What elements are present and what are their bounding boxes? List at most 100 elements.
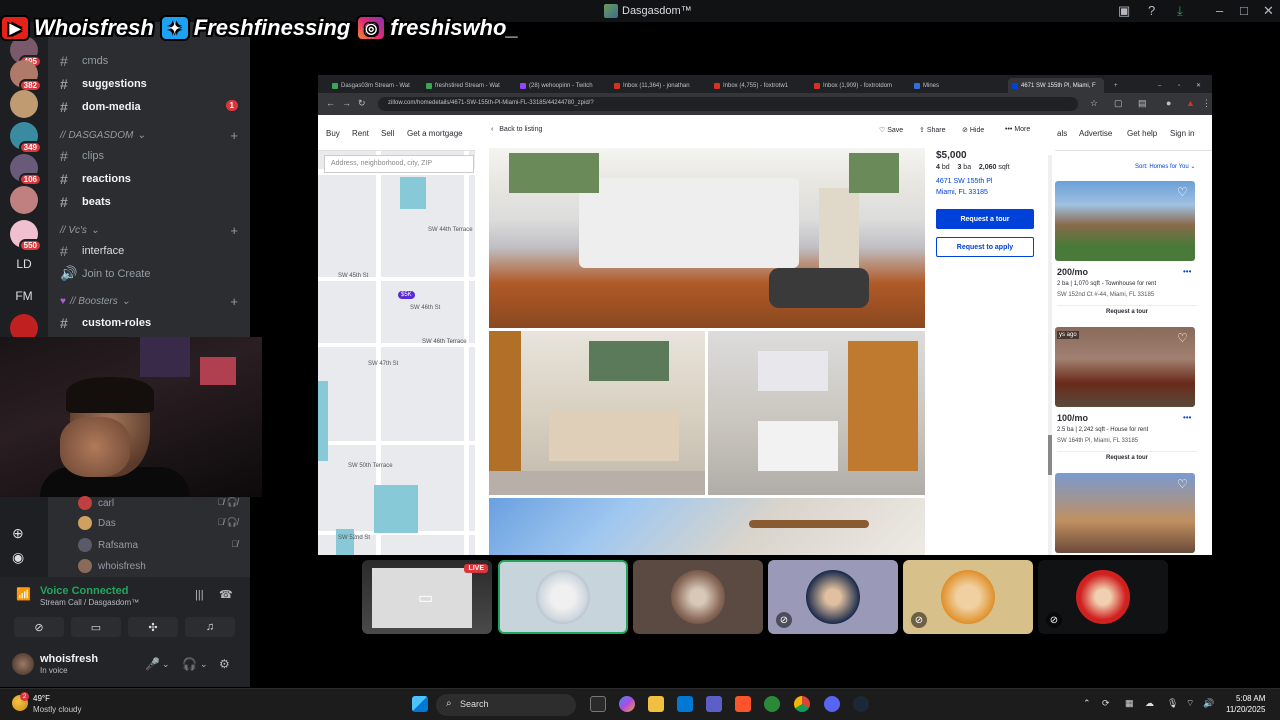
- voice-member[interactable]: Das: [78, 516, 116, 530]
- chevron-up-icon[interactable]: ⌃: [1083, 698, 1091, 709]
- nav-rentals[interactable]: als: [1057, 129, 1067, 138]
- minimize-button[interactable]: –: [1216, 3, 1223, 18]
- server-icon[interactable]: [10, 90, 38, 118]
- participant-tile[interactable]: ⊘: [768, 560, 898, 634]
- search-input[interactable]: Address, neighborhood, city, ZIP: [324, 155, 474, 173]
- category-vcs[interactable]: // Vc's ⌄: [60, 225, 99, 236]
- stream-tile[interactable]: ▭ LIVE: [362, 560, 492, 634]
- app-icon[interactable]: [764, 696, 780, 712]
- close-button[interactable]: ✕: [1263, 3, 1274, 19]
- weather-condition[interactable]: Mostly cloudy: [33, 705, 81, 714]
- chrome-icon[interactable]: [794, 696, 810, 712]
- file-explorer-icon[interactable]: [648, 696, 664, 712]
- server-icon[interactable]: 382: [10, 60, 42, 92]
- more-icon[interactable]: •••: [1183, 413, 1191, 422]
- channel-custom-roles[interactable]: # custom-roles: [60, 315, 151, 331]
- onedrive-icon[interactable]: ☁: [1145, 698, 1154, 709]
- scrollbar-thumb[interactable]: [1048, 435, 1052, 475]
- steam-icon[interactable]: [853, 696, 869, 712]
- listing-address[interactable]: SW 152nd Ct #-44, Miami, FL 33185: [1057, 292, 1154, 298]
- browser-tab[interactable]: Inbox (11,364) - jonathan: [610, 78, 702, 93]
- browser-tab[interactable]: Inbox (1,909) - foxtrotdom: [810, 78, 902, 93]
- channel-suggestions[interactable]: # suggestions: [60, 76, 147, 92]
- bathroom-photo[interactable]: [489, 331, 705, 495]
- channel-reactions[interactable]: # reactions: [60, 171, 131, 187]
- weather-temp[interactable]: 49°F: [33, 694, 50, 703]
- menu-icon[interactable]: ⋮: [1202, 98, 1211, 109]
- store-icon[interactable]: [677, 696, 693, 712]
- chevron-down-icon[interactable]: ⌄: [162, 659, 170, 670]
- taskbar-search[interactable]: Search: [436, 694, 576, 716]
- browser-tab[interactable]: freshstired Stream - Wat: [422, 78, 510, 93]
- tray-icon[interactable]: ▦: [1125, 698, 1134, 709]
- channel-beats[interactable]: # beats: [60, 194, 111, 210]
- browser-tab[interactable]: Dasgas03m Stream - Wat: [328, 78, 416, 93]
- voice-status[interactable]: Voice Connected: [40, 585, 128, 597]
- help-icon[interactable]: ?: [1148, 3, 1155, 18]
- save-button[interactable]: ♡ Save: [879, 126, 903, 134]
- participant-tile[interactable]: [633, 560, 763, 634]
- volume-icon[interactable]: 🔊: [1203, 698, 1214, 709]
- browser-tab[interactable]: (28) wehoopinn - Twitch: [516, 78, 604, 93]
- nav-signin[interactable]: Sign in: [1170, 129, 1194, 138]
- wifi-icon[interactable]: ⌔: [1186, 698, 1194, 709]
- channel-interface[interactable]: # interface: [60, 243, 124, 259]
- maximize-button[interactable]: □: [1240, 3, 1248, 18]
- minimize-icon[interactable]: –: [1154, 78, 1165, 93]
- screen-share-button[interactable]: ▭: [71, 617, 121, 637]
- channel-dom-media[interactable]: # dom-media: [60, 99, 141, 115]
- restore-icon[interactable]: ▫: [1174, 78, 1184, 93]
- gear-icon[interactable]: ⚙: [219, 657, 230, 671]
- nav-advertise[interactable]: Advertise: [1079, 129, 1112, 138]
- camera-off-button[interactable]: ⊘: [14, 617, 64, 637]
- more-icon[interactable]: •••: [1183, 267, 1191, 276]
- clock-date[interactable]: 11/20/2025: [1226, 705, 1265, 714]
- nav-rent[interactable]: Rent: [352, 129, 369, 138]
- close-icon[interactable]: ✕: [1192, 78, 1205, 93]
- participant-tile-speaking[interactable]: [498, 560, 628, 634]
- tray-icon[interactable]: ⟳: [1102, 698, 1110, 709]
- bedroom-photo[interactable]: [489, 148, 925, 328]
- server-icon[interactable]: 106: [10, 154, 42, 186]
- hide-button[interactable]: ⊘ Hide: [962, 126, 984, 134]
- new-tab-icon[interactable]: +: [1110, 78, 1124, 93]
- avatar[interactable]: [12, 653, 34, 675]
- map-price-pin[interactable]: $5K: [398, 291, 415, 299]
- copilot-icon[interactable]: [619, 696, 635, 712]
- reload-icon[interactable]: ↻: [358, 98, 366, 109]
- heart-icon[interactable]: ♡: [1177, 185, 1188, 199]
- participant-tile[interactable]: ⊘: [1038, 560, 1168, 634]
- server-icon[interactable]: 550: [10, 220, 42, 252]
- start-icon[interactable]: [412, 696, 428, 712]
- sort-dropdown[interactable]: Sort: Homes for You ⌄: [1135, 163, 1195, 170]
- voice-member[interactable]: Rafsama: [78, 538, 138, 552]
- task-view-icon[interactable]: [590, 696, 606, 712]
- extensions-icon[interactable]: ▢: [1114, 98, 1123, 109]
- explore-icon[interactable]: ◉: [12, 549, 24, 566]
- headphones-icon[interactable]: 🎧: [182, 657, 197, 671]
- more-button[interactable]: ••• More: [1005, 126, 1030, 133]
- voice-member[interactable]: carl: [78, 496, 114, 510]
- map[interactable]: SW 44th Terrace SW 45th St SW 46th St SW…: [318, 151, 475, 555]
- channel-clips[interactable]: # clips: [60, 148, 104, 164]
- channel-join-to-create[interactable]: 🔊 Join to Create: [60, 265, 150, 282]
- disconnect-icon[interactable]: ☎: [219, 588, 233, 601]
- participant-tile[interactable]: ⊘: [903, 560, 1033, 634]
- nav-sell[interactable]: Sell: [381, 129, 394, 138]
- soundboard-button[interactable]: ♫: [185, 617, 235, 637]
- voice-member[interactable]: whoisfresh: [78, 559, 146, 573]
- add-channel-icon[interactable]: +: [230, 128, 238, 143]
- server-icon[interactable]: 349: [10, 122, 42, 154]
- url-input[interactable]: zillow.com/homedetails/4671-SW-155th-Pl-…: [378, 97, 1078, 111]
- brave-icon[interactable]: ▲: [1186, 98, 1195, 108]
- living-photo[interactable]: [489, 498, 925, 555]
- discord-icon[interactable]: [824, 696, 840, 712]
- heart-icon[interactable]: ♡: [1177, 477, 1188, 491]
- listing-photo[interactable]: [1055, 181, 1195, 261]
- request-tour-button[interactable]: Request a tour: [936, 209, 1034, 229]
- nav-help[interactable]: Get help: [1127, 129, 1157, 138]
- browser-tab[interactable]: Mines: [910, 78, 1000, 93]
- listing-address[interactable]: SW 164th Pl, Miami, FL 33185: [1057, 438, 1138, 444]
- download-icon[interactable]: ⤓: [1177, 3, 1183, 19]
- sidebar-icon[interactable]: ▤: [1138, 98, 1147, 109]
